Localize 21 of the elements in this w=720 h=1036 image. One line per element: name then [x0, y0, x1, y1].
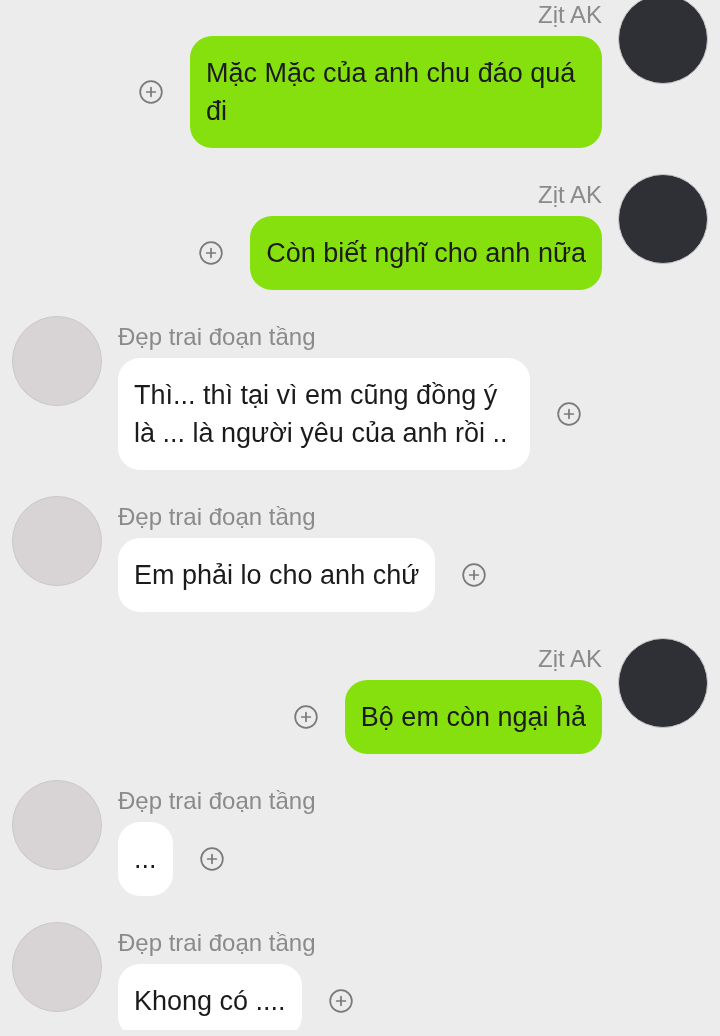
- sender-name: Zịt AK: [537, 0, 602, 30]
- sender-name: Đẹp trai đoạn tầng: [118, 502, 316, 532]
- message-bubble: Còn biết nghĩ cho anh nữa: [250, 216, 602, 290]
- sender-name: Zịt AK: [537, 180, 602, 210]
- add-icon[interactable]: [327, 988, 354, 1014]
- sender-name: Đẹp trai đoạn tầng: [118, 322, 316, 352]
- message-bubble: ...: [118, 822, 173, 896]
- message-bubble: Bộ em còn ngại hả: [344, 680, 602, 754]
- add-icon[interactable]: [292, 704, 319, 730]
- sender-name: Zịt AK: [537, 644, 602, 674]
- message-bubble: Khong có ....: [118, 964, 302, 1030]
- message-bubble: Thì... thì tại vì em cũng đồng ý là ... là người yêu của anh rồi ..: [118, 358, 530, 470]
- add-icon[interactable]: [138, 79, 164, 105]
- sender-name: Đẹp trai đoạn tầng: [118, 928, 316, 958]
- add-icon[interactable]: [198, 240, 225, 266]
- add-icon[interactable]: [556, 401, 582, 427]
- sender-name: Đẹp trai đoạn tầng: [118, 786, 316, 816]
- add-icon[interactable]: [198, 846, 225, 872]
- message-bubble: Em phải lo cho anh chứ: [118, 538, 436, 612]
- message-bubble: Mặc Mặc của anh chu đáo quá đi: [190, 36, 602, 148]
- add-icon[interactable]: [461, 562, 488, 588]
